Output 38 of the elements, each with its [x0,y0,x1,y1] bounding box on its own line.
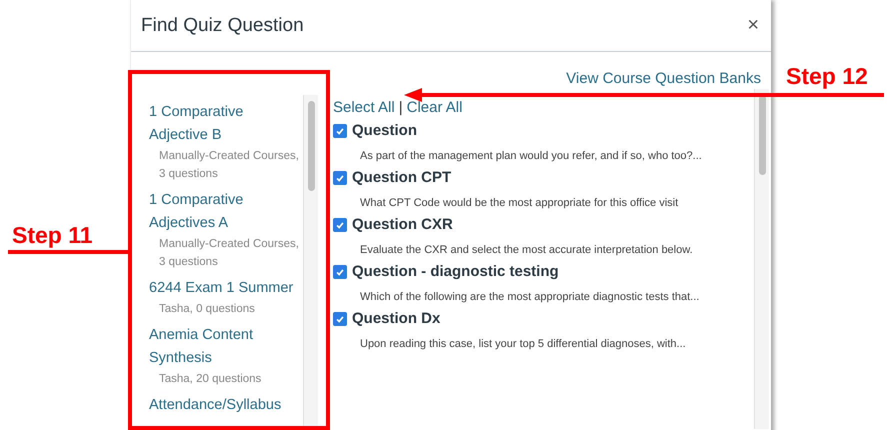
question-text: Evaluate the CXR and select the most accurate interpretation below. [359,243,694,257]
separator: | [398,99,403,116]
question-text: As part of the management plan would you refer, and if so, who too?... [359,149,703,163]
bank-link[interactable]: Attendance/Syllabus [149,394,303,417]
bank-meta: Manually-Created Courses, 3 questions [158,237,300,270]
dialog-title: Find Quiz Question [141,14,304,36]
checkbox[interactable] [333,312,347,326]
bank-link[interactable]: 1 Comparative Adjective B [149,101,303,147]
scrollbar[interactable] [754,89,769,429]
question-title: Question CPT [352,169,452,186]
question-title: Question [352,122,418,139]
step-label: Step 11 [12,222,93,249]
bank-meta: Tasha, 20 questions [158,372,262,387]
view-banks-link[interactable]: View Course Question Banks [566,70,761,87]
bank-meta: Manually-Created Courses, 3 questions [158,149,300,182]
bank-link[interactable]: 1 Comparative Adjectives A [149,189,303,235]
check-icon [335,172,345,182]
question-title: Question Dx [352,310,440,327]
check-icon [335,266,345,276]
checkbox[interactable] [333,170,347,184]
check-icon [335,126,345,136]
question-text: Which of the following are the most appropriate diagnostic tests that... [359,290,700,304]
question-title: Question - diagnostic testing [352,263,559,280]
question-text: Upon reading this case, list your top 5 differential diagnoses, with... [359,337,687,351]
step-label: Step 12 [786,63,868,90]
clear-all-link[interactable]: Clear All [406,99,462,116]
question-text: What CPT Code would be the most appropriate for this office visit [359,196,680,210]
select-all-link[interactable]: Select All [333,99,395,116]
checkbox[interactable] [333,124,347,138]
checkbox[interactable] [333,264,347,278]
checkbox[interactable] [333,218,347,232]
bank-link[interactable]: 6244 Exam 1 Summer [149,277,303,300]
bank-meta: Tasha, 0 questions [158,302,256,317]
check-icon [335,220,345,230]
close-button[interactable]: × [745,14,761,37]
bank-link[interactable]: Anemia Content Synthesis [149,324,303,370]
question-title: Question CXR [352,216,453,233]
check-icon [335,314,345,324]
